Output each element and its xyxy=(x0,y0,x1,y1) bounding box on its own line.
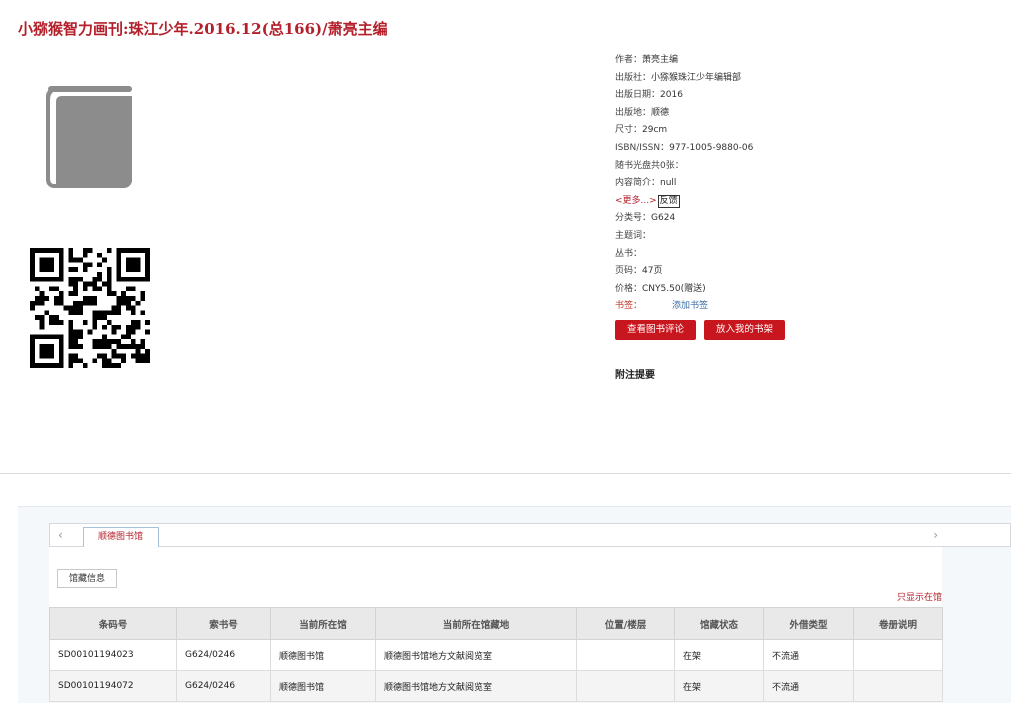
book-meta: 作者：萧亮主编 出版社：小猕猴珠江少年编辑部 出版日期：2016 出版地：顺德 … xyxy=(615,52,995,316)
more-link[interactable]: <更多...> xyxy=(615,196,657,206)
cell-volume-note xyxy=(853,639,943,671)
col-loan-type: 外借类型 xyxy=(763,607,854,640)
cell-current-location: 顺德图书馆地方文献阅览室 xyxy=(375,670,577,702)
cell-current-library: 顺德图书馆 xyxy=(270,639,376,671)
book-title: 小猕猴智力画刊:珠江少年.2016.12(总166)/萧亮主编 xyxy=(18,20,388,38)
tab-holdings-info[interactable]: 馆藏信息 xyxy=(57,569,117,588)
meta-subject: 主题词： xyxy=(615,228,995,246)
meta-cd: 随书光盘共0张： xyxy=(615,158,995,176)
pages-value: 47页 xyxy=(642,266,663,277)
cell-volume-note xyxy=(853,670,943,702)
cell-status: 在架 xyxy=(674,670,764,702)
classno-value: G624 xyxy=(651,213,676,224)
bookmark-label: 书签： xyxy=(615,301,643,312)
summary-value: null xyxy=(660,178,677,189)
cell-floor xyxy=(576,639,675,671)
col-floor: 位置/楼层 xyxy=(576,607,675,640)
section-divider xyxy=(0,473,1011,474)
publisher-label: 出版社： xyxy=(615,72,652,83)
cell-call-number: G624/0246 xyxy=(176,670,271,702)
size-label: 尺寸： xyxy=(615,125,643,136)
qr-code xyxy=(30,248,150,368)
size-value: 29cm xyxy=(642,125,668,136)
only-show-available-link[interactable]: 只显示在馆 xyxy=(897,590,942,603)
isbn-label: ISBN/ISSN： xyxy=(615,142,670,153)
pub-place-label: 出版地： xyxy=(615,107,652,118)
holdings-table: 条码号 索书号 当前所在馆 当前所在馆藏地 位置/楼层 馆藏状态 外借类型 卷册… xyxy=(49,607,943,702)
pub-date-value: 2016 xyxy=(660,90,683,101)
book-icon xyxy=(46,86,132,188)
publisher-value: 小猕猴珠江少年编辑部 xyxy=(651,72,742,83)
subject-label: 主题词： xyxy=(615,230,652,241)
series-label: 丛书： xyxy=(615,248,643,259)
price-value: CNY5.50(赠送) xyxy=(642,283,706,294)
meta-series: 丛书： xyxy=(615,246,995,264)
cell-loan-type: 不流通 xyxy=(763,670,854,702)
cell-loan-type: 不流通 xyxy=(763,639,854,671)
table-row: SD00101194072 G624/0246 顺德图书馆 顺德图书馆地方文献阅… xyxy=(49,670,943,702)
subtab-underline xyxy=(57,587,117,588)
classno-label: 分类号： xyxy=(615,213,652,224)
meta-size: 尺寸：29cm xyxy=(615,122,995,140)
meta-isbn: ISBN/ISSN：977-1005-9880-06 xyxy=(615,140,995,158)
chevron-left-icon[interactable]: ‹ xyxy=(58,528,63,542)
meta-classno: 分类号：G624 xyxy=(615,210,995,228)
add-bookmark-link[interactable]: 添加书签 xyxy=(672,301,708,311)
cell-call-number: G624/0246 xyxy=(176,639,271,671)
cell-barcode: SD00101194023 xyxy=(49,639,177,671)
library-tabbar: ‹ 顺德图书馆 › xyxy=(49,523,1011,547)
table-row: SD00101194023 G624/0246 顺德图书馆 顺德图书馆地方文献阅… xyxy=(49,639,943,671)
meta-pages: 页码：47页 xyxy=(615,263,995,281)
col-status: 馆藏状态 xyxy=(674,607,764,640)
meta-author: 作者：萧亮主编 xyxy=(615,52,995,70)
meta-pub-date: 出版日期：2016 xyxy=(615,87,995,105)
chevron-right-icon[interactable]: › xyxy=(933,528,938,542)
pub-place-value: 顺德 xyxy=(651,107,670,118)
pages-label: 页码： xyxy=(615,266,643,277)
meta-pub-place: 出版地：顺德 xyxy=(615,105,995,123)
cell-floor xyxy=(576,670,675,702)
summary-label: 内容简介： xyxy=(615,178,661,189)
appendix-title: 附注提要 xyxy=(615,370,655,381)
meta-bookmark: 书签： 添加书签 xyxy=(615,298,995,316)
cell-current-library: 顺德图书馆 xyxy=(270,670,376,702)
cell-barcode: SD00101194072 xyxy=(49,670,177,702)
meta-more-row: <更多...> 反馈 xyxy=(615,193,995,211)
meta-publisher: 出版社：小猕猴珠江少年编辑部 xyxy=(615,70,995,88)
cd-label: 随书光盘共0张： xyxy=(615,160,684,171)
col-volume-note: 卷册说明 xyxy=(853,607,943,640)
meta-price: 价格：CNY5.50(赠送) xyxy=(615,281,995,299)
tab-shunde-library[interactable]: 顺德图书馆 xyxy=(83,527,159,547)
cell-current-location: 顺德图书馆地方文献阅览室 xyxy=(375,639,577,671)
col-call-number: 索书号 xyxy=(176,607,271,640)
feedback-button[interactable]: 反馈 xyxy=(657,194,680,208)
col-barcode: 条码号 xyxy=(49,607,177,640)
cell-status: 在架 xyxy=(674,639,764,671)
author-label: 作者： xyxy=(615,55,643,65)
col-current-library: 当前所在馆 xyxy=(270,607,376,640)
price-label: 价格： xyxy=(615,283,643,294)
holdings-panel: 馆藏信息 只显示在馆 条码号 索书号 当前所在馆 当前所在馆藏地 位置/楼层 馆… xyxy=(49,547,943,702)
pub-date-label: 出版日期： xyxy=(615,90,661,101)
add-to-shelf-button[interactable]: 放入我的书架 xyxy=(704,320,785,340)
col-current-location: 当前所在馆藏地 xyxy=(375,607,577,640)
author-value: 萧亮主编 xyxy=(642,55,679,65)
meta-summary: 内容简介：null xyxy=(615,175,995,193)
view-reviews-button[interactable]: 查看图书评论 xyxy=(615,320,696,340)
table-header-row: 条码号 索书号 当前所在馆 当前所在馆藏地 位置/楼层 馆藏状态 外借类型 卷册… xyxy=(49,607,943,640)
isbn-value: 977-1005-9880-06 xyxy=(669,142,754,153)
